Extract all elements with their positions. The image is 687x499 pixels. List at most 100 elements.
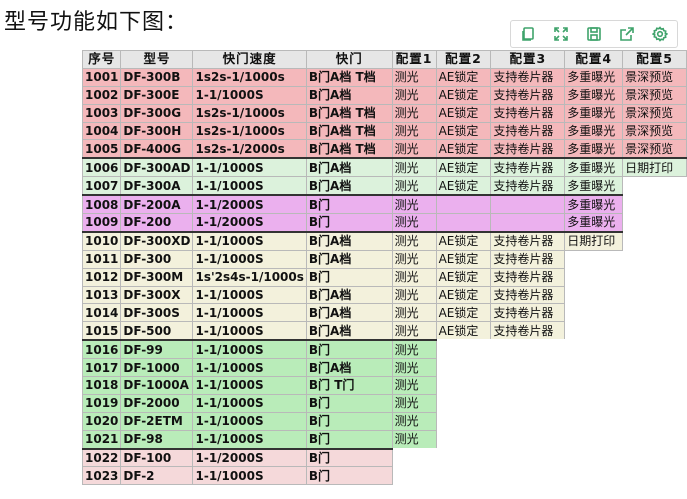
cell-config-4: [564, 268, 623, 287]
cell-config-3: [490, 448, 565, 467]
cell-config-4: [564, 466, 623, 485]
cell-shutter: B门A档: [305, 230, 393, 251]
cell-config-1: [392, 466, 437, 485]
cell-config-1: 测光: [391, 139, 437, 159]
header-shutter-speed: 快门速度: [192, 50, 307, 69]
cell-config-1: 测光: [391, 103, 437, 123]
cell-shutter-speed: 1-1/1000S: [192, 339, 307, 360]
cell-config-3: 支持卷片器: [490, 321, 566, 341]
table-row: 1016 DF-99 1-1/1000S B门 测光: [81, 339, 687, 360]
table-row: 1021 DF-98 1-1/1000S B门 测光: [81, 429, 687, 450]
cell-model: DF-300: [120, 249, 194, 269]
cell-config-3: 支持卷片器: [490, 249, 566, 269]
cell-config-1: 测光: [391, 230, 437, 251]
cell-config-2: AE锁定: [435, 157, 492, 178]
table-row: 1002 DF-300E 1-1/1000S B门A档 测光 AE锁定 支持卷片器 多重曝光景…: [81, 85, 687, 105]
cell-shutter-speed: 1-1/2000S: [192, 213, 307, 233]
cell-model: DF-200A: [120, 194, 194, 215]
cell-config-2: AE锁定: [435, 121, 492, 141]
cell-config-5: [622, 303, 687, 322]
cell-shutter-speed: 1-1/1000S: [192, 157, 307, 178]
cell-index: 1019: [81, 393, 122, 413]
cell-shutter-speed: 1s2s-1/2000s: [192, 139, 307, 159]
cell-config-5: [622, 286, 687, 304]
cell-model: DF-300B: [120, 67, 194, 87]
share-icon: [620, 27, 634, 41]
cell-model: DF-200: [120, 213, 194, 233]
cell-index: 1021: [81, 429, 122, 450]
cell-model: DF-400G: [120, 139, 194, 159]
cell-shutter: B门A档: [305, 157, 393, 178]
cell-model: DF-300XD: [120, 230, 194, 251]
cell-model: DF-99: [120, 339, 194, 360]
header-config-4: 配置4: [564, 50, 624, 69]
cell-shutter-speed: 1-1/1000S: [192, 376, 307, 395]
cell-model: DF-500: [120, 321, 194, 341]
cell-config-2: [436, 448, 491, 467]
cell-config-1: 测光: [391, 429, 437, 450]
cell-index: 1007: [81, 176, 122, 196]
settings-button[interactable]: [649, 23, 671, 45]
cell-config-2: [436, 340, 491, 359]
cell-index: 1012: [81, 267, 122, 287]
cell-model: DF-300G: [120, 103, 194, 123]
cell-model: DF-2000: [120, 393, 194, 413]
cell-index: 1018: [81, 376, 122, 395]
cell-shutter-speed: 1s'2s4s-1/1000s: [192, 267, 307, 287]
cell-config-5: [622, 466, 687, 485]
camera-model-table: 序号 型号 快门速度 快门 配置1 配置2 配置3 配置4 配置5 1001 DF…: [81, 50, 687, 486]
cell-config-5: [622, 268, 687, 287]
cell-config-4: [564, 448, 623, 467]
cell-config-1: 测光: [391, 267, 437, 287]
cell-shutter: B门: [305, 429, 393, 450]
cell-config-2: AE锁定: [435, 303, 492, 323]
cell-config-3: 支持卷片器: [490, 303, 566, 323]
cell-shutter: B门A档: [305, 358, 393, 378]
cell-config-1: 测光: [391, 393, 437, 413]
cell-shutter: B门A档: [305, 321, 393, 341]
cell-shutter: B门A档: [305, 285, 393, 305]
cell-index: 1022: [81, 447, 122, 468]
cell-config-4: 多重曝光: [564, 85, 624, 105]
cell-config-1: 测光: [391, 67, 437, 87]
save-button[interactable]: [583, 23, 605, 45]
cell-config-1: 测光: [391, 339, 437, 360]
cell-config-5: [622, 376, 687, 395]
header-model: 型号: [120, 50, 194, 69]
fullscreen-button[interactable]: [550, 23, 572, 45]
cell-config-3: 支持卷片器: [490, 285, 566, 305]
cell-config-2: AE锁定: [435, 267, 492, 287]
cell-config-5: [622, 250, 687, 269]
header-shutter: 快门: [305, 50, 393, 69]
cell-index: 1003: [81, 103, 122, 123]
cell-model: DF-300M: [120, 267, 194, 287]
header-config-1: 配置1: [391, 50, 437, 69]
cell-config-3: [490, 213, 566, 233]
cell-shutter: B门A档 T档: [305, 103, 393, 123]
cell-config-3: 支持卷片器: [490, 230, 566, 251]
cell-shutter: B门: [305, 267, 393, 287]
cell-model: DF-300E: [120, 85, 194, 105]
copy-button[interactable]: [517, 23, 539, 45]
cell-config-2: AE锁定: [435, 103, 492, 123]
cell-shutter: B门: [305, 213, 393, 233]
cell-shutter-speed: 1-1/1000S: [192, 466, 307, 486]
save-icon: [587, 27, 601, 41]
cell-config-1: 测光: [391, 194, 437, 215]
fullscreen-icon: [553, 27, 568, 41]
cell-shutter-speed: 1s2s-1/1000s: [192, 103, 307, 123]
share-button[interactable]: [616, 23, 638, 45]
cell-model: DF-300S: [120, 303, 194, 323]
cell-config-2: [436, 394, 491, 413]
cell-config-1: 测光: [391, 411, 437, 431]
cell-config-1: 测光: [391, 303, 437, 323]
cell-shutter: B门A档 T档: [305, 139, 393, 159]
cell-config-4: [564, 340, 623, 359]
table-row: 1013 DF-300X 1-1/1000S B门A档 测光 AE锁定 支持卷片器: [81, 285, 687, 305]
cell-config-4: 多重曝光: [564, 121, 624, 141]
cell-config-1: 测光: [391, 213, 437, 233]
cell-config-2: [436, 466, 491, 485]
cell-index: 1015: [81, 321, 122, 341]
cell-model: DF-1000A: [120, 376, 194, 395]
cell-config-5: 景深预览: [622, 85, 687, 105]
